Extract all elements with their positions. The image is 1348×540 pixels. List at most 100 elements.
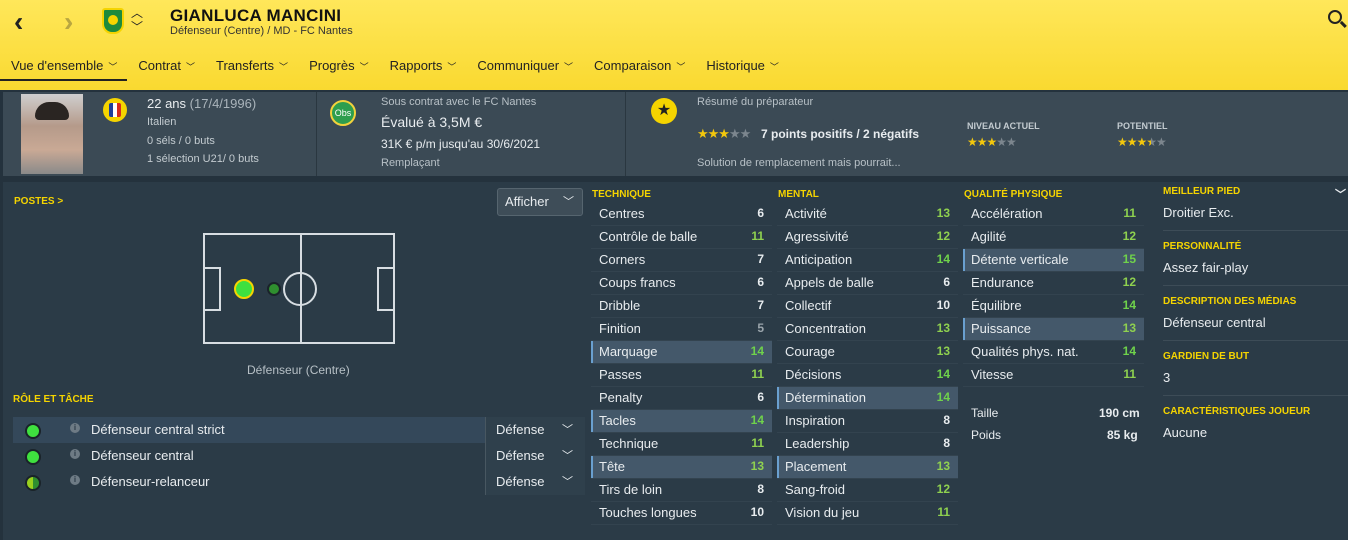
attribute-row[interactable]: Décisions 14: [777, 364, 958, 387]
attribute-row[interactable]: Activité 13: [777, 203, 958, 226]
attribute-row[interactable]: Tacles 14: [591, 410, 772, 433]
tab-transferts[interactable]: Transferts ﹀: [205, 57, 298, 81]
height-label: Taille: [971, 406, 999, 420]
attribute-row[interactable]: Technique 11: [591, 433, 772, 456]
attribute-name: Puissance: [971, 321, 1031, 336]
contract-status-badge[interactable]: Obs: [330, 100, 356, 126]
weight-value: 85 kg: [1107, 428, 1138, 442]
attribute-name: Tirs de loin: [599, 482, 663, 497]
attribute-row[interactable]: Finition 5: [591, 318, 772, 341]
position-marker-secondary[interactable]: [267, 282, 281, 296]
collapse-chevron-icon[interactable]: ﹀: [1335, 186, 1346, 202]
attribute-name: Endurance: [971, 275, 1034, 290]
attribute-name: Agilité: [971, 229, 1007, 244]
info-icon[interactable]: i: [70, 423, 80, 433]
attribute-value: 8: [943, 436, 950, 450]
up-down-chevron-icon[interactable]: ︿ ﹀: [131, 6, 143, 34]
tab-progres[interactable]: Progrès ﹀: [298, 57, 379, 81]
forward-arrow-icon[interactable]: ›: [64, 8, 73, 36]
attribute-row[interactable]: Marquage 14: [591, 341, 772, 364]
attribute-value: 11: [1123, 367, 1136, 381]
role-row[interactable]: i Défenseur central Défense ﹀: [13, 443, 585, 469]
attribute-row[interactable]: Agilité 12: [963, 226, 1144, 249]
attribute-name: Collectif: [785, 298, 832, 313]
scout-summary[interactable]: Solution de remplacement mais pourrait..…: [697, 157, 901, 169]
nationality-flag-icon[interactable]: [103, 98, 127, 122]
attribute-row[interactable]: Placement 13: [777, 456, 958, 479]
attribute-value: 14: [1122, 344, 1136, 358]
attribute-row[interactable]: Centres 6: [591, 203, 772, 226]
attribute-row[interactable]: Vision du jeu 11: [777, 502, 958, 525]
attribute-name: Courage: [785, 344, 835, 359]
attribute-row[interactable]: Tirs de loin 8: [591, 479, 772, 502]
attribute-row[interactable]: Sang-froid 12: [777, 479, 958, 502]
attribute-row[interactable]: Qualités phys. nat. 14: [963, 341, 1144, 364]
role-row[interactable]: i Défenseur-relanceur Défense ﹀: [13, 469, 585, 495]
attribute-row[interactable]: Vitesse 11: [963, 364, 1144, 387]
left-penalty-box: [205, 267, 221, 311]
attribute-row[interactable]: Leadership 8: [777, 433, 958, 456]
tab-rapports[interactable]: Rapports ﹀: [379, 57, 467, 81]
role-name: Défenseur central strict: [91, 422, 225, 437]
attribute-row[interactable]: Appels de balle 6: [777, 272, 958, 295]
attribute-name: Technique: [599, 436, 659, 451]
duty-dropdown[interactable]: Défense ﹀: [485, 469, 585, 495]
attribute-row[interactable]: Puissance 13: [963, 318, 1144, 341]
scout-points: 7 points positifs / 2 négatifs: [761, 127, 920, 141]
duty-dropdown[interactable]: Défense ﹀: [485, 417, 585, 443]
search-icon[interactable]: [1328, 10, 1342, 24]
attribute-row[interactable]: Accélération 11: [963, 203, 1144, 226]
club-crest-icon[interactable]: [102, 8, 124, 34]
attribute-row[interactable]: Tête 13: [591, 456, 772, 479]
positions-title[interactable]: POSTES >: [14, 196, 63, 207]
attribute-row[interactable]: Détermination 14: [777, 387, 958, 410]
attribute-name: Équilibre: [971, 298, 1022, 313]
attribute-name: Finition: [599, 321, 641, 336]
info-icon[interactable]: i: [70, 449, 80, 459]
info-icon[interactable]: i: [70, 475, 80, 485]
attribute-value: 15: [1122, 252, 1136, 266]
duty-dropdown[interactable]: Défense ﹀: [485, 443, 585, 469]
attribute-row[interactable]: Inspiration 8: [777, 410, 958, 433]
attribute-name: Penalty: [599, 390, 643, 405]
attribute-row[interactable]: Concentration 13: [777, 318, 958, 341]
tab-comparaison[interactable]: Comparaison ﹀: [583, 57, 695, 81]
attribute-row[interactable]: Passes 11: [591, 364, 772, 387]
attribute-row[interactable]: Penalty 6: [591, 387, 772, 410]
tab-historique[interactable]: Historique ﹀: [695, 57, 789, 81]
attribute-name: Touches longues: [599, 505, 697, 520]
attribute-row[interactable]: Contrôle de balle 11: [591, 226, 772, 249]
attribute-row[interactable]: Collectif 10: [777, 295, 958, 318]
attribute-value: 12: [936, 229, 950, 243]
attribute-name: Dribble: [599, 298, 641, 313]
attribute-row[interactable]: Courage 13: [777, 341, 958, 364]
attribute-value: 5: [757, 321, 764, 335]
attribute-row[interactable]: Endurance 12: [963, 272, 1144, 295]
position-marker-primary[interactable]: [234, 279, 254, 299]
attribute-row[interactable]: Anticipation 14: [777, 249, 958, 272]
role-name: Défenseur central: [91, 448, 194, 463]
player-age: 22 ans (17/4/1996): [147, 96, 257, 111]
attribute-row[interactable]: Agressivité 12: [777, 226, 958, 249]
back-arrow-icon[interactable]: ‹: [14, 8, 23, 36]
tab-contrat[interactable]: Contrat ﹀: [127, 57, 205, 81]
attribute-value: 12: [1122, 229, 1136, 243]
role-row[interactable]: i Défenseur central strict Défense ﹀: [13, 417, 585, 443]
player-subtitle: Défenseur (Centre) / MD - FC Nantes: [170, 25, 353, 37]
tab-vue-ensemble[interactable]: Vue d'ensemble ﹀: [0, 57, 128, 81]
show-dropdown[interactable]: Afficher ﹀: [497, 188, 583, 216]
attribute-row[interactable]: Détente verticale 15: [963, 249, 1144, 272]
tab-communiquer[interactable]: Communiquer ﹀: [466, 57, 583, 81]
right-penalty-box: [377, 267, 393, 311]
attribute-name: Anticipation: [785, 252, 853, 267]
attribute-row[interactable]: Corners 7: [591, 249, 772, 272]
attribute-name: Tête: [599, 459, 626, 474]
attribute-row[interactable]: Dribble 7: [591, 295, 772, 318]
centre-circle: [283, 272, 317, 306]
attribute-row[interactable]: Équilibre 14: [963, 295, 1144, 318]
attribute-row[interactable]: Coups francs 6: [591, 272, 772, 295]
attribute-row[interactable]: Touches longues 10: [591, 502, 772, 525]
technical-title: TECHNIQUE: [592, 189, 651, 200]
attribute-value: 14: [750, 344, 764, 358]
player-details-sidebar: MEILLEUR PIED ﹀ Droitier Exc. PERSONNALIT…: [1163, 186, 1348, 460]
